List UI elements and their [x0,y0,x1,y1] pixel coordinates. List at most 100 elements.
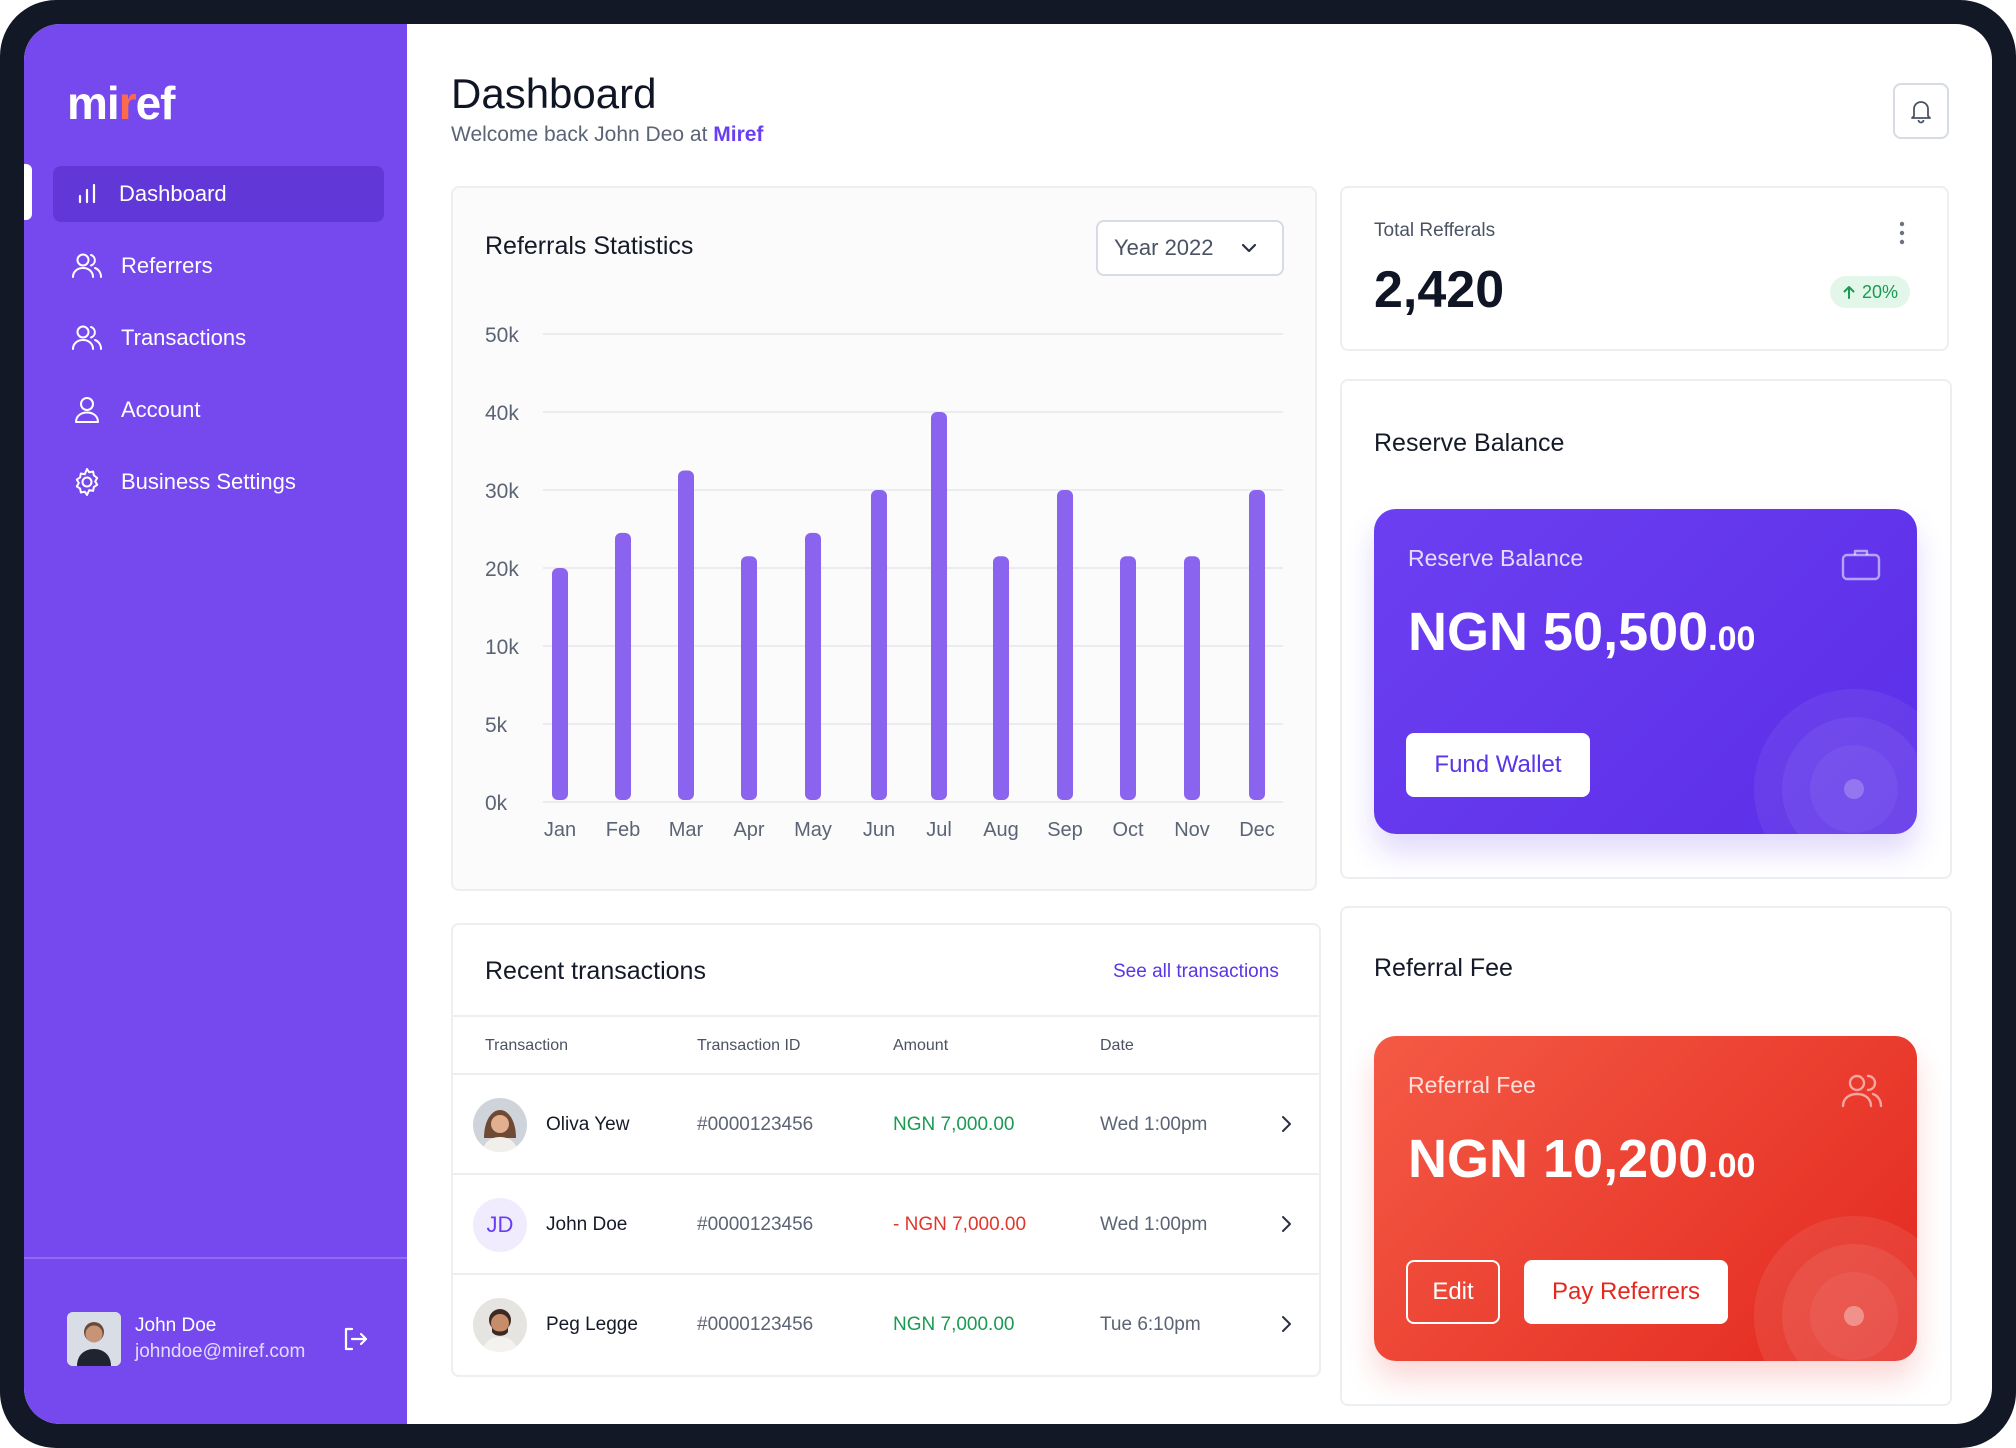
y-tick-label: 5k [485,714,508,737]
pay-referrers-button[interactable]: Pay Referrers [1524,1260,1728,1324]
bar-apr[interactable] [741,556,757,800]
logo-text-end: ef [135,77,176,129]
user-icon [75,397,99,423]
amount-cents: .00 [1708,1147,1756,1185]
bar-mar[interactable] [678,470,694,801]
x-tick-label: Jan [544,819,576,841]
logout-button[interactable] [340,1324,370,1359]
subtitle-brand: Miref [713,123,764,146]
column-header-amount: Amount [893,1037,949,1054]
amount-main: NGN 50,500 [1408,602,1709,662]
page-title: Dashboard [451,70,657,117]
transaction-id: #0000123456 [697,1114,814,1135]
user-name: John Doe [135,1315,217,1336]
sidebar-item-label: Dashboard [119,181,227,206]
table-row[interactable]: Peg Legge #0000123456 NGN 7,000.00 Tue 6… [453,1275,1319,1375]
user-profile[interactable]: John Doe johndoe@miref.com [67,1312,305,1366]
chevron-right-icon[interactable] [1273,1211,1299,1237]
bell-icon [1911,101,1931,124]
user-email: johndoe@miref.com [135,1341,306,1362]
x-tick-label: Apr [733,819,764,841]
referrals-bar-chart: 0k 5k 10k 20k 30k 40k 50k Jan Feb Mar Apr May Jun Jul… [485,324,1283,841]
more-options-icon[interactable] [1898,220,1906,246]
edit-button[interactable]: Edit [1406,1260,1500,1324]
transactions-title: Recent transactions [485,957,706,985]
chevron-right-icon[interactable] [1273,1111,1299,1137]
x-tick-label: Oct [1112,819,1144,841]
bar-jun[interactable] [871,490,887,800]
referral-fee-card: Referral Fee NGN 10,200.00 Edit Pay Refe… [1374,1036,1917,1361]
x-tick-label: Mar [669,819,704,841]
total-referrals-value: 2,420 [1374,261,1505,319]
x-tick-label: Aug [983,819,1019,841]
see-all-transactions-link[interactable]: See all transactions [1113,961,1279,983]
transaction-date: Wed 1:00pm [1100,1114,1208,1135]
avatar [473,1298,527,1352]
sidebar-divider [24,1257,407,1259]
active-nav-indicator [24,164,32,220]
sidebar-item-referrers[interactable]: Referrers [53,238,384,294]
change-badge: 20% [1830,276,1911,308]
referral-fee-label: Referral Fee [1408,1072,1536,1098]
sidebar-item-label: Account [121,397,201,422]
transaction-name: John Doe [546,1214,628,1235]
users-icon [72,325,102,350]
y-tick-label: 0k [485,792,508,815]
bar-oct[interactable] [1120,556,1136,800]
amount-cents: .00 [1708,620,1756,658]
sidebar-item-business-settings[interactable]: Business Settings [53,454,384,510]
bar-nov[interactable] [1184,556,1200,800]
avatar: JD [473,1198,527,1252]
app-screen: miref Dashboard Referrers Transactions A… [24,24,1992,1424]
transaction-amount: NGN 7,000.00 [893,1314,1015,1335]
column-header-date: Date [1100,1037,1134,1054]
reserve-balance-title: Reserve Balance [1374,429,1565,457]
referral-fee-amount: NGN 10,200.00 [1408,1128,1755,1190]
transactions-table-header: Transaction Transaction ID Amount Date [453,1015,1319,1075]
avatar [67,1312,121,1366]
x-tick-label: May [794,819,832,841]
chevron-right-icon[interactable] [1273,1311,1299,1337]
y-tick-label: 30k [485,480,519,503]
sidebar: miref Dashboard Referrers Transactions A… [24,24,407,1424]
table-row[interactable]: JD John Doe #0000123456 - NGN 7,000.00 W… [453,1175,1319,1275]
sidebar-item-dashboard[interactable]: Dashboard [53,166,384,222]
recent-transactions-card: Recent transactions See all transactions… [451,923,1321,1377]
bar-jul[interactable] [931,412,947,800]
briefcase-icon [1841,549,1881,581]
x-tick-label: Jun [863,819,895,841]
referrals-statistics-card: Referrals Statistics Year 2022 0k 5k 10k 20… [451,186,1317,891]
app-logo[interactable]: miref [67,76,175,130]
notifications-button[interactable] [1893,83,1949,139]
logo-text: mi [67,77,120,129]
sidebar-item-label: Business Settings [121,469,296,494]
gear-icon [75,468,99,496]
bar-chart-icon [78,183,96,204]
transaction-id: #0000123456 [697,1314,814,1335]
bar-jan[interactable] [552,568,568,800]
reserve-balance-amount: NGN 50,500.00 [1408,601,1755,663]
y-tick-label: 50k [485,324,519,347]
amount-main: NGN 10,200 [1408,1129,1709,1189]
y-tick-label: 20k [485,558,519,581]
bar-dec[interactable] [1249,490,1265,800]
total-referrals-label: Total Refferals [1374,220,1496,241]
column-header-transaction: Transaction [485,1037,568,1054]
sidebar-item-account[interactable]: Account [53,382,384,438]
logout-icon [344,1327,368,1351]
reserve-balance-card: Reserve Balance NGN 50,500.00 Fund Walle… [1374,509,1917,834]
x-tick-label: Jul [926,819,952,841]
subtitle-text: Welcome back John Deo at [451,123,714,146]
sidebar-item-transactions[interactable]: Transactions [53,310,384,366]
bar-sep[interactable] [1057,490,1073,800]
transaction-amount: - NGN 7,000.00 [893,1214,1027,1235]
bar-may[interactable] [805,532,821,800]
x-tick-label: Dec [1239,819,1275,841]
x-tick-label: Feb [606,819,640,841]
table-row[interactable]: Oliva Yew #0000123456 NGN 7,000.00 Wed 1… [453,1075,1319,1175]
reserve-balance-section: Reserve Balance Reserve Balance NGN 50,5… [1340,379,1952,879]
bar-feb[interactable] [615,532,631,800]
transaction-date: Tue 6:10pm [1100,1314,1201,1335]
bar-aug[interactable] [993,556,1009,800]
fund-wallet-button[interactable]: Fund Wallet [1406,733,1590,797]
